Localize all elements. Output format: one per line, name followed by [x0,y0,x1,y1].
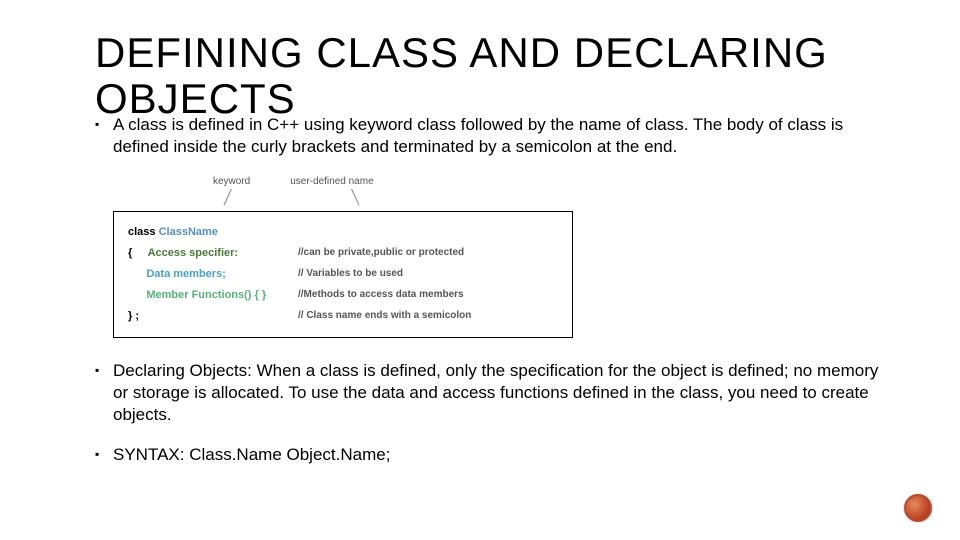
bullet-text-3: SYNTAX: Class.Name Object.Name; [113,444,890,466]
label-user-defined-name: user-defined name [290,176,373,187]
arrow-icon [351,189,360,206]
label-keyword: keyword [213,176,250,187]
code-brace-open: { [128,247,132,259]
code-access-specifier: Access specifier: [148,247,239,259]
code-comment-4: // Class name ends with a semicolon [298,306,471,327]
code-comment-1: //can be private,public or protected [298,243,464,264]
code-line-5: } ; // Class name ends with a semicolon [128,306,558,327]
code-comment-2: // Variables to be used [298,264,403,285]
code-line-2: { Access specifier: //can be private,pub… [128,243,558,264]
code-keyword-class: class [128,226,156,238]
bullet-text-2: Declaring Objects: When a class is defin… [113,360,890,426]
content-area: ▪ A class is defined in C++ using keywor… [95,114,890,484]
diagram-arrows [113,189,890,209]
bullet-marker: ▪ [95,360,113,426]
bullet-marker: ▪ [95,444,113,466]
code-line-4: Member Functions() { } //Methods to acce… [128,285,558,306]
diagram-labels: keyword user-defined name [113,176,890,187]
code-data-members: Data members; [146,268,225,280]
bullet-item-1: ▪ A class is defined in C++ using keywor… [95,114,890,158]
code-line-3: Data members; // Variables to be used [128,264,558,285]
arrow-icon [223,189,232,206]
slide-title: DEFINING CLASS AND DECLARING OBJECTS [95,30,960,122]
bullet-item-2: ▪ Declaring Objects: When a class is def… [95,360,890,426]
bullet-marker: ▪ [95,114,113,158]
code-line-1: class ClassName [128,222,558,243]
code-member-functions: Member Functions() { } [146,289,266,301]
bullet-text-1: A class is defined in C++ using keyword … [113,114,890,158]
code-classname: ClassName [159,226,218,238]
bullet-item-3: ▪ SYNTAX: Class.Name Object.Name; [95,444,890,466]
code-diagram: keyword user-defined name class ClassNam… [113,176,890,337]
decorative-sphere-icon [904,494,932,522]
code-box: class ClassName { Access specifier: //ca… [113,211,573,337]
code-comment-3: //Methods to access data members [298,285,464,306]
code-brace-close: } ; [128,310,139,322]
